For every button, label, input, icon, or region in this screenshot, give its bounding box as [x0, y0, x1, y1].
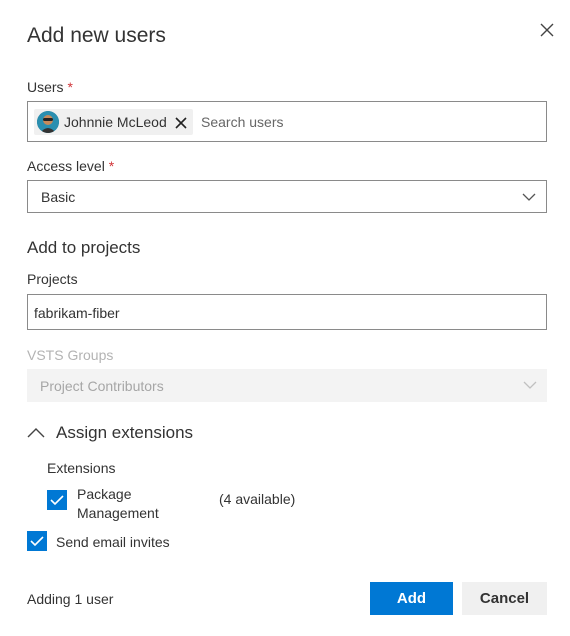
extension-availability: (4 available) [219, 491, 296, 507]
vsts-groups-value: Project Contributors [40, 378, 164, 394]
assign-extensions-toggle[interactable]: Assign extensions [27, 422, 193, 444]
projects-label: Projects [27, 271, 78, 287]
access-level-label: Access level * [27, 158, 115, 174]
assign-extensions-label: Assign extensions [56, 423, 194, 442]
dialog-title: Add new users [27, 24, 166, 47]
chevron-down-icon [522, 193, 536, 201]
package-management-checkbox[interactable] [47, 490, 67, 510]
chevron-up-icon [27, 428, 45, 438]
chevron-down-icon [523, 381, 537, 389]
user-chip-name: Johnnie McLeod [64, 114, 167, 130]
extensions-label: Extensions [47, 460, 116, 476]
users-picker[interactable]: Johnnie McLeod Search users [27, 101, 547, 142]
projects-value: fabrikam-fiber [34, 305, 120, 321]
checkmark-icon [50, 495, 64, 506]
users-label: Users * [27, 79, 73, 95]
access-level-value: Basic [41, 189, 76, 205]
remove-user-icon[interactable] [175, 116, 187, 129]
cancel-button[interactable]: Cancel [462, 582, 547, 615]
adding-status: Adding 1 user [27, 591, 114, 607]
add-to-projects-heading: Add to projects [27, 238, 141, 257]
vsts-groups-label: VSTS Groups [27, 347, 114, 363]
vsts-groups-dropdown: Project Contributors [27, 369, 547, 402]
search-users-input[interactable]: Search users [201, 114, 283, 130]
user-chip: Johnnie McLeod [34, 109, 193, 135]
close-icon[interactable] [538, 21, 556, 39]
projects-input[interactable]: fabrikam-fiber [27, 294, 547, 330]
checkmark-icon [30, 536, 44, 547]
add-button[interactable]: Add [370, 582, 453, 615]
access-level-dropdown[interactable]: Basic [27, 180, 547, 213]
send-email-label: Send email invites [56, 534, 170, 550]
package-management-label: Package Management [77, 486, 159, 521]
avatar [37, 111, 59, 133]
send-email-checkbox[interactable] [27, 531, 47, 551]
